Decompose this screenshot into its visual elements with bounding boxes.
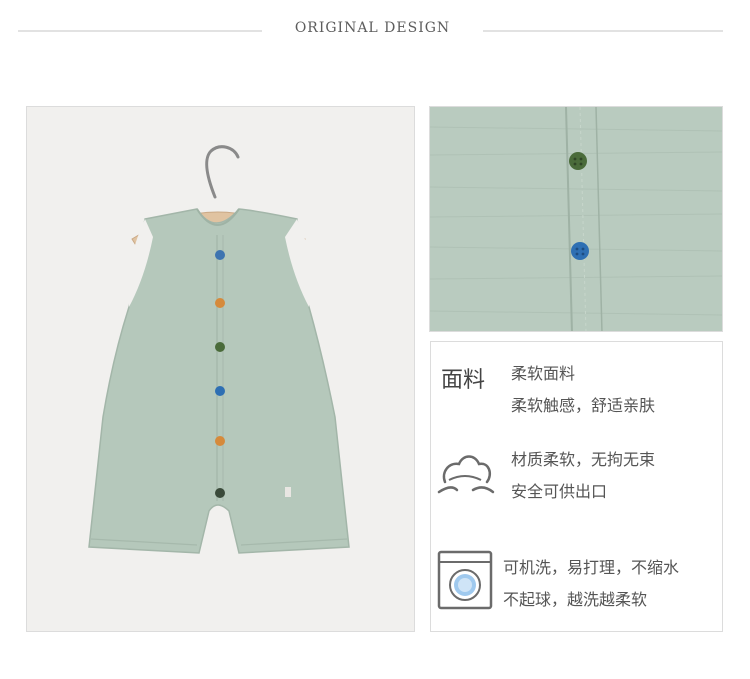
fabric-line-2: 柔软触感，舒适亲肤: [511, 396, 656, 415]
washing-machine-icon: [437, 550, 493, 610]
romper-illustration: [88, 145, 350, 554]
comfort-line-1: 材质柔软，无拘无束: [511, 450, 656, 469]
header-rule-left: [18, 30, 262, 32]
fabric-line-1: 柔软面料: [511, 364, 576, 383]
fabric-closeup-illustration: [430, 107, 722, 331]
wash-line-1: 可机洗，易打理，不缩水: [503, 558, 680, 577]
section-header: ORIGINAL DESIGN: [0, 18, 750, 46]
feature-panel: 面料 柔软面料 柔软触感，舒适亲肤 材质柔软，无拘无束 安全可供出口 可机洗，易…: [430, 341, 723, 632]
section-title: ORIGINAL DESIGN: [294, 20, 451, 36]
header-rule-right: [483, 30, 723, 32]
fabric-label: 面料: [441, 368, 486, 393]
wash-line-2: 不起球，越洗越柔软: [503, 590, 648, 609]
product-photo: [26, 106, 415, 632]
soft-cloth-icon: [437, 455, 495, 494]
fabric-detail-photo: [429, 106, 723, 332]
comfort-line-2: 安全可供出口: [511, 482, 608, 501]
